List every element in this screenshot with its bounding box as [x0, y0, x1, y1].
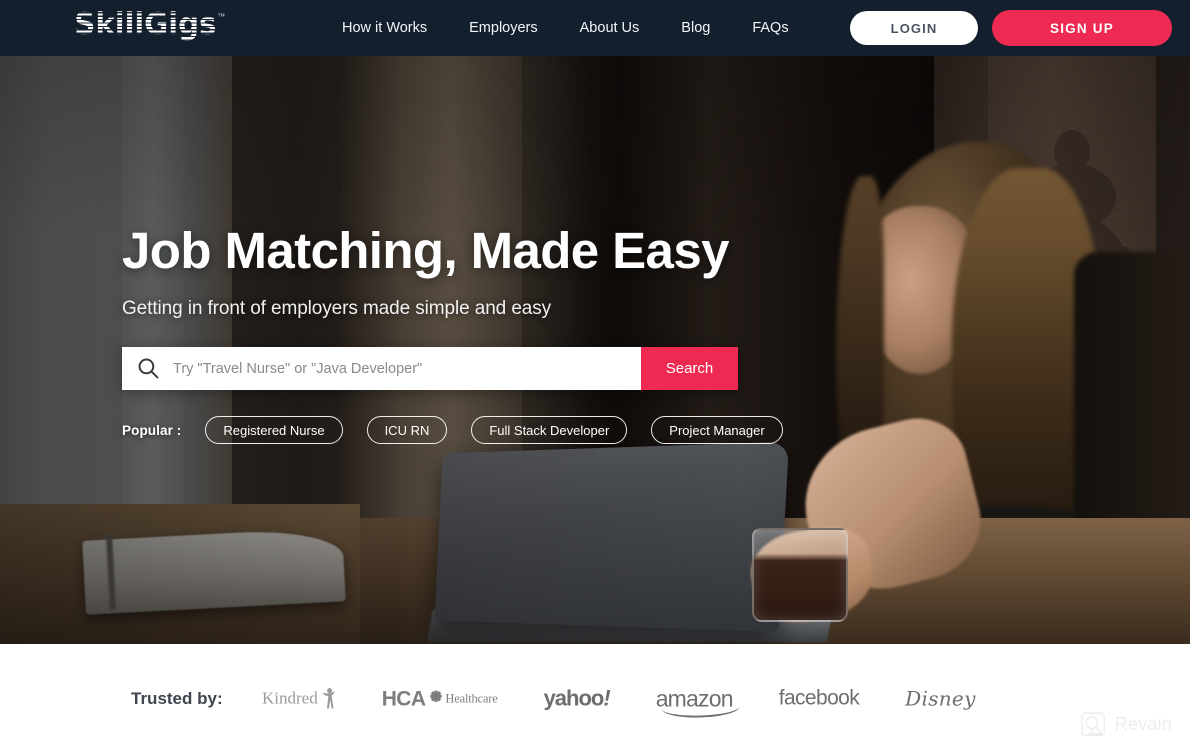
brand-logo-list: Kindred HCA Healthcare yahoo! amazon fac… — [262, 685, 976, 719]
search-field[interactable] — [122, 347, 641, 391]
hero-subtitle: Getting in front of employers made simpl… — [122, 298, 552, 320]
popular-searches: Popular : Registered Nurse ICU RN Full S… — [122, 416, 783, 445]
hca-healthcare-label: Healthcare — [445, 691, 498, 706]
trusted-by-section: Trusted by: Kindred HCA Healthcare yahoo… — [0, 644, 1190, 753]
revain-watermark-label: Revain — [1114, 714, 1172, 734]
search-bar: Search — [122, 347, 738, 391]
popular-tag-project-manager[interactable]: Project Manager — [651, 416, 783, 445]
facebook-label: facebook — [778, 686, 860, 710]
hero-content: Job Matching, Made Easy Getting in front… — [122, 222, 783, 445]
login-button[interactable]: LOGIN — [850, 11, 978, 45]
disney-label: Disney — [905, 686, 976, 711]
logo-wordmark: SkillGigs — [74, 7, 217, 42]
page-root: SkillGigs ™ How it Works Employers About… — [0, 0, 1190, 753]
nav-item-faqs[interactable]: FAQs — [752, 20, 788, 36]
logo-text: SkillGigs — [74, 7, 217, 42]
nav-item-how-it-works[interactable]: How it Works — [342, 20, 427, 36]
hero-title: Job Matching, Made Easy — [122, 222, 729, 279]
revain-logo-icon — [1081, 712, 1105, 736]
search-input[interactable] — [173, 347, 641, 391]
nav-item-about-us[interactable]: About Us — [580, 20, 640, 36]
disney-logo: Disney — [905, 687, 976, 711]
search-icon — [138, 358, 159, 379]
kindred-figure-icon — [322, 688, 335, 709]
yahoo-exclamation: ! — [603, 685, 610, 711]
popular-tag-registered-nurse[interactable]: Registered Nurse — [205, 416, 343, 445]
popular-label: Popular : — [122, 422, 182, 438]
nav-item-employers[interactable]: Employers — [469, 20, 538, 36]
facebook-logo: facebook — [778, 686, 860, 711]
main-navigation: How it Works Employers About Us Blog FAQ… — [342, 0, 789, 56]
auth-actions: LOGIN SIGN UP — [850, 0, 1172, 56]
amazon-logo: amazon — [656, 685, 740, 719]
kindred-logo: Kindred — [262, 688, 336, 710]
yahoo-logo: yahoo! — [543, 685, 611, 712]
hca-top: HCA — [382, 688, 446, 709]
amazon-swoosh-icon — [661, 703, 740, 719]
site-header: SkillGigs ™ How it Works Employers About… — [0, 0, 1190, 56]
hca-cross-icon — [430, 690, 443, 702]
popular-tag-icu-rn[interactable]: ICU RN — [366, 416, 448, 445]
revain-watermark: Revain — [1081, 712, 1172, 737]
kindred-label: Kindred — [262, 688, 318, 708]
site-logo[interactable]: SkillGigs ™ — [74, 7, 226, 42]
popular-tag-full-stack-developer[interactable]: Full Stack Developer — [471, 416, 628, 445]
hca-label: HCA — [381, 687, 426, 710]
hca-healthcare-logo: HCA Healthcare — [382, 688, 498, 709]
hero-section: Job Matching, Made Easy Getting in front… — [0, 56, 1190, 644]
yahoo-label: yahoo — [543, 685, 605, 711]
nav-item-blog[interactable]: Blog — [681, 20, 710, 36]
signup-button[interactable]: SIGN UP — [992, 10, 1172, 46]
trusted-by-label: Trusted by: — [131, 688, 223, 708]
search-button[interactable]: Search — [641, 347, 738, 391]
logo-trademark: ™ — [217, 12, 226, 21]
